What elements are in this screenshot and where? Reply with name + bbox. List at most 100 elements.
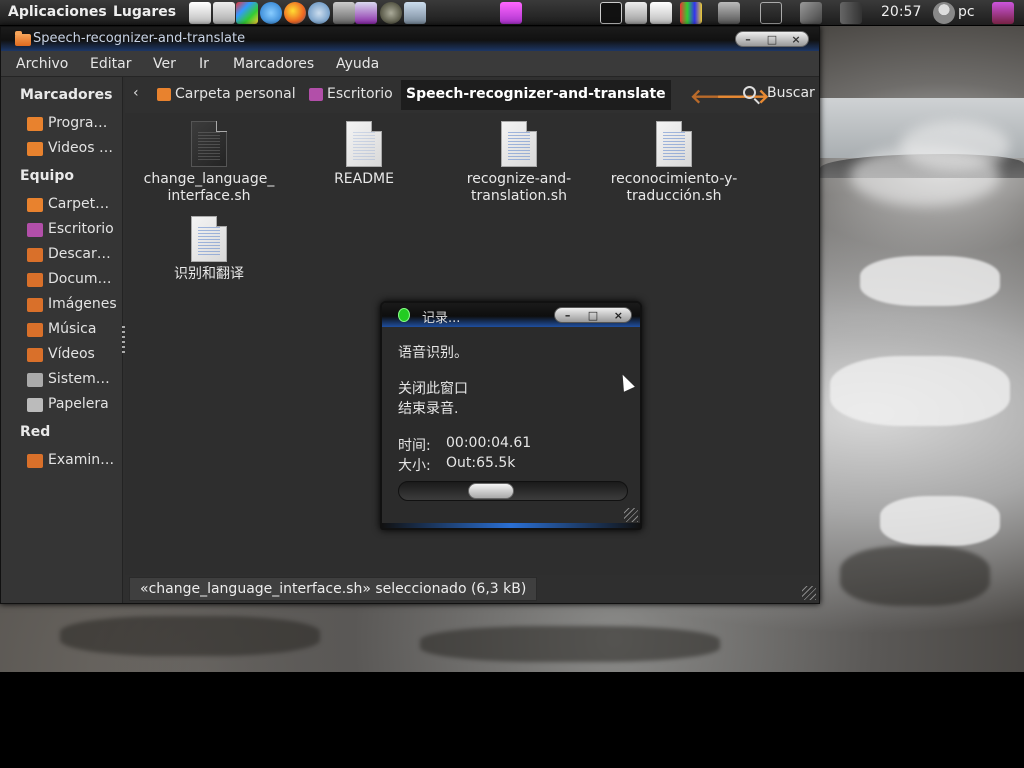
file-name: recognize-and- translation.sh [466,171,572,204]
text-editor-icon[interactable] [213,2,235,24]
crumb-current-folder[interactable]: Speech-recognizer-and-translate [401,80,671,110]
firefox-icon[interactable] [284,2,306,24]
sidebar: Marcadores Progra… Videos … Equipo Carpe… [1,77,123,603]
crumb-home[interactable]: Carpeta personal [149,80,301,110]
envelope-icon[interactable] [760,2,782,24]
office-icon[interactable] [236,2,258,24]
dialog-title: 记录... [422,311,461,326]
mail-icon[interactable] [625,2,647,24]
steam-icon[interactable] [380,2,402,24]
places-menu[interactable]: Lugares [113,4,176,20]
screenshot-icon[interactable] [355,2,377,24]
wallpaper-ice [830,356,1010,426]
sidebar-item-music[interactable]: Música [27,319,119,341]
network-icon[interactable] [800,2,822,24]
progress-indicator [468,483,514,499]
file-name: change_language_ interface.sh [143,171,275,204]
file-item[interactable]: change_language_ interface.sh [134,121,284,205]
path-bar: ‹ Carpeta personal Escritorio Speech-rec… [125,77,819,113]
applications-menu[interactable]: Aplicaciones [8,4,107,20]
sidebar-heading-computer: Equipo [20,168,74,184]
desktop: Aplicaciones Lugares 20:57 pc Speech-rec… [0,0,1024,768]
sidebar-item-downloads[interactable]: Descar… [27,244,119,266]
terminal-icon[interactable] [333,2,355,24]
file-name: README [334,171,394,187]
dialog-heading: 语音识别。 [398,345,468,361]
close-button[interactable]: × [784,32,808,46]
dialog-controls: – □ × [554,307,632,323]
sidebar-item-filesystem[interactable]: Sistem… [27,369,119,391]
sidebar-item-home[interactable]: Carpet… [27,194,119,216]
status-bar-text: «change_language_interface.sh» seleccion… [129,577,538,601]
monitor-icon[interactable] [680,2,702,24]
search-icon [743,86,756,99]
dialog-titlebar[interactable]: 记录... – □ × [382,303,640,327]
time-label: 时间: [398,438,431,454]
menu-archivo[interactable]: Archivo [16,56,68,72]
script-file-icon [501,121,537,167]
monitor-icon[interactable] [718,2,740,24]
script-file-icon [656,121,692,167]
sidebar-item-label: Videos … [48,140,113,156]
file-item[interactable]: reconocimiento-y- traducción.sh [599,121,749,205]
menu-editar[interactable]: Editar [90,56,131,72]
minimize-button[interactable]: – [736,32,760,46]
trash-icon [27,398,43,412]
menu-ver[interactable]: Ver [153,56,176,72]
clock[interactable]: 20:57 [881,4,921,20]
sidebar-item-trash[interactable]: Papelera [27,394,119,416]
crumb-desktop[interactable]: Escritorio [301,80,398,110]
terminal-icon[interactable] [600,2,622,24]
sidebar-item-label: Sistem… [48,371,110,387]
menu-ayuda[interactable]: Ayuda [336,56,379,72]
activity-progress-bar [398,481,628,501]
user-icon[interactable] [933,2,955,24]
close-button[interactable]: × [606,309,630,322]
sidebar-item-browse-network[interactable]: Examin… [27,450,119,472]
window-controls: – □ × [735,31,809,47]
sidebar-heading-bookmarks: Marcadores [20,87,113,103]
display-icon[interactable] [992,2,1014,24]
size-label: 大小: [398,458,431,474]
menubar: Archivo Editar Ver Ir Marcadores Ayuda [1,51,819,77]
dialog-resize-grip[interactable] [624,508,638,522]
window-titlebar[interactable]: Speech-recognizer-and-translate – □ × [1,27,819,51]
crumb-label: Carpeta personal [175,86,296,102]
network-icon[interactable] [404,2,426,24]
sidebar-item-videos[interactable]: Vídeos [27,344,119,366]
sidebar-item-documents[interactable]: Docum… [27,269,119,291]
desktop-icon [309,88,323,101]
sidebar-item-pictures[interactable]: Imágenes [27,294,119,316]
pathbar-scroll-left-button[interactable]: ‹ [133,85,139,101]
window-resize-grip[interactable] [802,586,816,600]
menu-ir[interactable]: Ir [199,56,209,72]
maximize-button[interactable]: □ [581,309,605,322]
text-editor-icon[interactable] [189,2,211,24]
sidebar-item-label: Escritorio [48,221,114,237]
sidebar-item-programs[interactable]: Progra… [27,113,119,135]
notes-icon[interactable] [650,2,672,24]
minimize-button[interactable]: – [556,309,580,322]
app-icon[interactable] [500,2,522,24]
maximize-button[interactable]: □ [760,32,784,46]
top-panel: Aplicaciones Lugares 20:57 pc [0,0,1024,26]
sidebar-item-label: Examin… [48,452,115,468]
search-button[interactable]: Buscar [743,85,815,105]
file-item[interactable]: README [289,121,439,188]
time-value: 00:00:04.61 [446,435,532,451]
chromium-icon[interactable] [308,2,330,24]
user-name[interactable]: pc [958,4,975,20]
sidebar-item-desktop[interactable]: Escritorio [27,219,119,241]
script-file-icon [191,216,227,262]
file-item[interactable]: recognize-and- translation.sh [444,121,594,205]
sidebar-item-videos-bookmark[interactable]: Videos … [27,138,119,160]
folder-icon [27,142,43,156]
file-item[interactable]: 识别和翻译 [134,216,284,283]
volume-icon[interactable] [840,2,862,24]
dialog-bottom-accent [382,523,640,528]
music-icon [27,323,43,337]
sidebar-item-label: Vídeos [48,346,95,362]
menu-marcadores[interactable]: Marcadores [233,56,314,72]
dictionary-icon[interactable] [260,2,282,24]
text-file-icon [346,121,382,167]
